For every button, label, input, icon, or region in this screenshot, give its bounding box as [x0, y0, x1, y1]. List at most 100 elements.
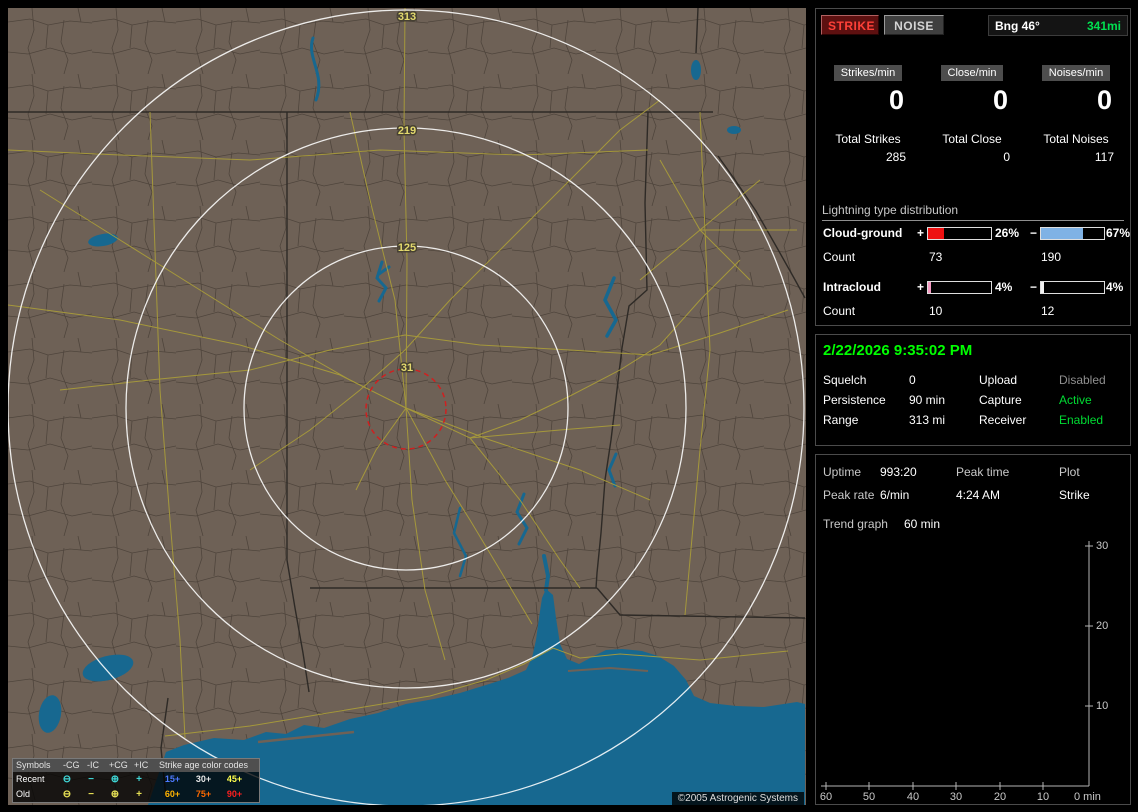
persistence-label: Persistence [823, 393, 886, 407]
peak-rate-value: 6/min [880, 488, 910, 502]
intracloud-row: Intracloud + 4% − 4% [816, 280, 1130, 294]
neg-cg-recent-icon: ⊖ [62, 774, 72, 785]
age-45: 45+ [226, 774, 243, 784]
legend-col-pos-cg: +CG [109, 760, 128, 770]
upload-label: Upload [979, 373, 1018, 387]
legend-old-label: Old [16, 789, 31, 799]
map-canvas: 313 219 125 31 [8, 8, 806, 805]
ic-negative-count: 12 [1041, 304, 1055, 318]
plus-sign: + [917, 226, 925, 240]
x-tick-30: 30 [949, 791, 963, 803]
legend-age-header: Strike age color codes [159, 760, 249, 770]
noises-per-min-label: Noises/min [1041, 65, 1111, 81]
strikes-per-min-label: Strikes/min [833, 65, 903, 81]
noise-button[interactable]: NOISE [884, 15, 944, 35]
copyright-notice: ©2005 Astrogenic Systems [671, 792, 804, 805]
age-90: 90+ [226, 789, 243, 799]
pos-ic-recent-icon: + [136, 774, 142, 785]
trend-graph [821, 541, 1093, 790]
receiver-label: Receiver [979, 413, 1027, 427]
lightning-map[interactable]: 313 219 125 31 Symbols -CG -IC +CG +IC S… [8, 8, 806, 805]
cg-positive-count: 73 [929, 250, 943, 264]
plot-label: Plot [1059, 465, 1080, 479]
legend-symbols-header: Symbols [16, 760, 51, 770]
strikes-per-min-label-wrap: Strikes/min [816, 65, 920, 81]
status-panel: 2/22/2026 9:35:02 PM Squelch 0 Upload Di… [815, 334, 1131, 446]
total-close-value: 0 [1003, 150, 1010, 164]
plus-sign: + [917, 280, 925, 294]
legend-row-old: Old ⊖ − ⊕ + 60+ 75+ 90+ [13, 787, 259, 802]
x-tick-40: 40 [906, 791, 920, 803]
trend-tick-marks [825, 545, 1093, 790]
strike-button[interactable]: STRIKE [821, 15, 879, 35]
upload-value: Disabled [1059, 373, 1106, 387]
minus-sign: − [1030, 280, 1038, 294]
cg-positive-pct: 26% [995, 226, 1020, 240]
intracloud-label: Intracloud [823, 280, 882, 294]
squelch-value: 0 [909, 373, 916, 387]
count-label: Count [823, 304, 856, 318]
ring-label-31: 31 [401, 362, 413, 374]
peak-time-label: Peak time [956, 465, 1010, 479]
cg-negative-pct: 67% [1106, 226, 1131, 240]
status-row-range: Range 313 mi Receiver Enabled [816, 413, 1130, 429]
plot-value: Strike [1059, 488, 1090, 502]
total-strikes-value: 285 [885, 150, 906, 164]
cg-positive-bar [927, 227, 992, 240]
total-noises-value: 117 [1094, 150, 1114, 164]
distribution-title: Lightning type distribution [822, 203, 1124, 221]
ic-positive-bar [927, 281, 992, 294]
peak-time-value: 4:24 AM [956, 488, 1001, 502]
ic-negative-bar [1040, 281, 1105, 294]
ring-label-125: 125 [398, 242, 416, 254]
cloud-ground-count-row: Count 73 190 [816, 250, 1130, 264]
y-tick-10: 10 [1096, 700, 1109, 712]
age-60: 60+ [164, 789, 181, 799]
x-tick-10: 10 [1036, 791, 1050, 803]
legend-header: Symbols -CG -IC +CG +IC Strike age color… [13, 759, 259, 772]
x-tick-60: 60 [819, 791, 833, 803]
bearing-display: Bng 46° 341mi [988, 15, 1128, 36]
x-tick-0-min: 0 min [1074, 791, 1101, 803]
cg-negative-bar [1040, 227, 1105, 240]
legend-col-neg-ic: -IC [87, 760, 99, 770]
age-15: 15+ [164, 774, 181, 784]
cg-negative-count: 190 [1041, 250, 1062, 264]
ring-label-219: 219 [398, 125, 416, 137]
persistence-value: 90 min [909, 393, 946, 407]
stats-row-1: Uptime 993:20 Peak time Plot [816, 465, 1130, 481]
strikes-per-min-value: 0 [888, 85, 904, 115]
status-row-squelch: Squelch 0 Upload Disabled [816, 373, 1130, 389]
cloud-ground-label: Cloud-ground [823, 226, 903, 240]
peak-rate-label: Peak rate [823, 488, 875, 502]
close-per-min-label-wrap: Close/min [920, 65, 1024, 81]
pos-cg-old-icon: ⊕ [110, 789, 120, 800]
stats-row-2: Peak rate 6/min 4:24 AM Strike [816, 488, 1130, 504]
intracloud-count-row: Count 10 12 [816, 304, 1130, 318]
trend-graph-window: 60 min [904, 517, 941, 531]
range-value: 313 mi [909, 413, 946, 427]
noises-per-min-label-wrap: Noises/min [1024, 65, 1128, 81]
range-label: Range [823, 413, 859, 427]
close-per-min-label: Close/min [940, 65, 1004, 81]
receiver-value: Enabled [1059, 413, 1104, 427]
counters-panel: STRIKE NOISE Bng 46° 341mi Strikes/min C… [815, 8, 1131, 326]
ic-positive-pct: 4% [995, 280, 1013, 294]
x-tick-50: 50 [862, 791, 876, 803]
trend-axes [821, 541, 1090, 787]
minus-sign: − [1030, 226, 1038, 240]
total-strikes-label: Total Strikes [835, 132, 901, 146]
capture-value: Active [1059, 393, 1092, 407]
trend-graph-row: Trend graph 60 min [816, 517, 1130, 533]
squelch-label: Squelch [823, 373, 867, 387]
age-75: 75+ [195, 789, 212, 799]
y-tick-20: 20 [1096, 620, 1109, 632]
legend-recent-label: Recent [16, 774, 45, 784]
bearing-label: Bng 46° [995, 18, 1040, 33]
cloud-ground-row: Cloud-ground + 26% − 67% [816, 226, 1130, 240]
pos-ic-old-icon: + [136, 789, 142, 800]
total-close-label: Total Close [942, 132, 1002, 146]
datetime-display: 2/22/2026 9:35:02 PM [823, 342, 973, 359]
uptime-value: 993:20 [880, 465, 917, 479]
close-per-min-value: 0 [992, 85, 1008, 115]
